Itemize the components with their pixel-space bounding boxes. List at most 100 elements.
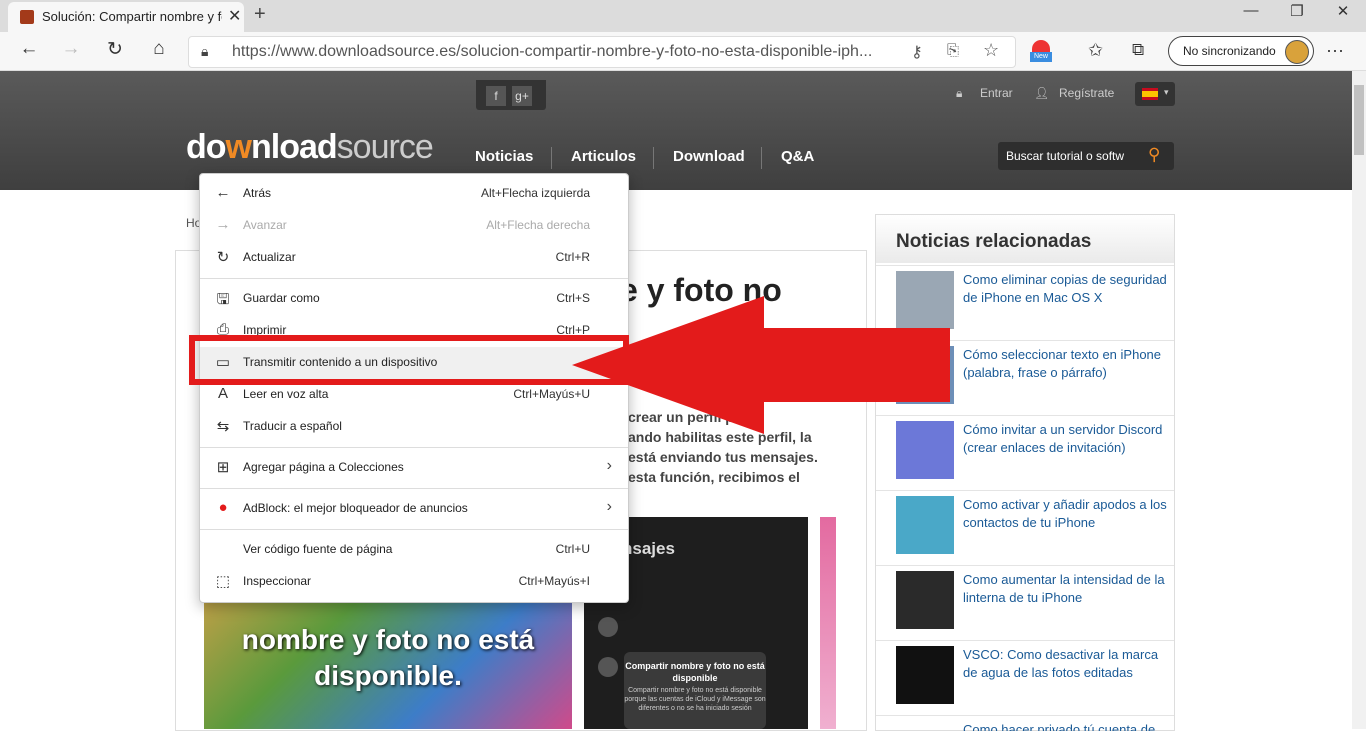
news-link[interactable]: Cómo seleccionar texto en iPhone (palabr… — [963, 346, 1171, 382]
news-thumbnail[interactable] — [896, 496, 954, 554]
collections-icon: ⊞ — [216, 459, 230, 476]
news-item[interactable]: VSCO: Como desactivar la marca de agua d… — [876, 640, 1174, 716]
news-link[interactable]: Como aumentar la intensidad de la linter… — [963, 571, 1171, 607]
read-aloud-icon[interactable]: ⎘ — [947, 42, 959, 59]
menu-item-inspect[interactable]: ⬚ Inspeccionar Ctrl+Mayús+I — [200, 566, 628, 598]
chevron-down-icon: ▾ — [1164, 87, 1169, 97]
close-window-button[interactable]: ✕ — [1320, 2, 1366, 20]
menu-divider — [200, 278, 628, 279]
menu-item-shortcut: Ctrl+U — [555, 542, 590, 556]
forward-button[interactable]: → — [56, 38, 86, 60]
site-logo[interactable]: downloadsource — [186, 128, 434, 167]
address-bar[interactable]: 🔒︎ https://www.downloadsource.es/solucio… — [188, 36, 1016, 68]
google-plus-icon[interactable]: g+ — [512, 86, 532, 106]
home-button[interactable]: ⌂ — [144, 38, 174, 60]
avatar — [598, 657, 618, 677]
menu-item-label: Inspeccionar — [243, 574, 312, 588]
menu-divider — [200, 488, 628, 489]
nav-divider — [653, 147, 654, 169]
tab-favicon-icon — [20, 10, 34, 24]
highlight-box — [189, 335, 629, 385]
menu-item-label: Ver código fuente de página — [243, 542, 393, 556]
menu-item-translate[interactable]: ⇆ Traducir a español — [200, 411, 628, 443]
tab-title: Solución: Compartir nombre y fo — [42, 9, 222, 24]
arrow-left-icon: ← — [215, 184, 231, 201]
menu-item-add-to-collections[interactable]: ⊞ Agregar página a Colecciones › — [200, 452, 628, 484]
chevron-right-icon: › — [606, 457, 612, 474]
menu-item-save-as[interactable]: 🖫 Guardar como Ctrl+S — [200, 283, 628, 315]
news-link[interactable]: Cómo invitar a un servidor Discord (crea… — [963, 421, 1171, 457]
menu-item-label: Leer en voz alta — [243, 387, 329, 401]
nav-noticias[interactable]: Noticias — [475, 148, 533, 165]
news-link[interactable]: Como activar y añadir apodos a los conta… — [963, 496, 1171, 532]
key-icon[interactable]: ⚷ — [911, 42, 923, 62]
minimize-button[interactable]: — — [1228, 2, 1274, 19]
nav-divider — [761, 147, 762, 169]
phone-alert-title: Compartir nombre y foto no está disponib… — [625, 661, 765, 683]
highlight-arrow-icon — [572, 296, 950, 434]
menu-item-forward[interactable]: → Avanzar Alt+Flecha derecha — [200, 210, 628, 242]
search-icon[interactable]: ⚲ — [1148, 145, 1160, 165]
register-link[interactable]: Regístrate — [1059, 86, 1114, 100]
news-item[interactable]: Como aumentar la intensidad de la linter… — [876, 565, 1174, 641]
save-icon: 🖫 — [216, 291, 230, 308]
menu-item-shortcut: Ctrl+Mayús+I — [518, 574, 590, 588]
menu-item-adblock[interactable]: ● AdBlock: el mejor bloqueador de anunci… — [200, 493, 628, 525]
menu-item-label: Agregar página a Colecciones — [243, 460, 404, 474]
news-link[interactable]: Como hacer privado tú cuenta de — [963, 721, 1171, 731]
menu-item-refresh[interactable]: ↻ Actualizar Ctrl+R — [200, 242, 628, 274]
menu-item-label: AdBlock: el mejor bloqueador de anuncios — [243, 501, 468, 515]
lock-icon: 🔒︎ — [201, 43, 209, 59]
read-aloud-icon: A — [217, 385, 228, 402]
menu-item-label: Traducir a español — [243, 419, 342, 433]
news-link[interactable]: VSCO: Como desactivar la marca de agua d… — [963, 646, 1171, 682]
article-image-caption: nombre y foto no está disponible. — [241, 624, 535, 691]
social-links: f g+ — [476, 80, 546, 110]
new-tab-button[interactable]: + — [254, 3, 266, 26]
article-body-line: está enviando tus mensajes. — [628, 449, 818, 465]
search-placeholder: Buscar tutorial o softw — [1006, 149, 1125, 163]
nav-qa[interactable]: Q&A — [781, 148, 814, 165]
menu-item-shortcut: Ctrl+R — [555, 250, 590, 264]
collections-icon[interactable]: ⧉ — [1132, 40, 1144, 60]
menu-item-view-source[interactable]: Ver código fuente de página Ctrl+U — [200, 534, 628, 566]
avatar — [598, 617, 618, 637]
tab-close-icon[interactable]: ✕ — [228, 6, 241, 26]
extension-icon[interactable]: New — [1030, 40, 1052, 62]
browser-tab[interactable]: Solución: Compartir nombre y fo ✕ — [8, 2, 244, 32]
spain-flag-icon — [1142, 88, 1158, 100]
nav-articulos[interactable]: Articulos — [571, 148, 636, 165]
settings-menu-button[interactable]: ··· — [1326, 40, 1344, 61]
page-scrollbar[interactable] — [1352, 71, 1366, 729]
language-selector[interactable]: ▾ — [1135, 82, 1175, 106]
news-item[interactable]: Como activar y añadir apodos a los conta… — [876, 490, 1174, 566]
arrow-right-icon: → — [215, 216, 231, 233]
article-body-line: esta función, recibimos el — [628, 469, 800, 485]
user-icon: 👤︎ — [1034, 86, 1050, 100]
facebook-icon[interactable]: f — [486, 86, 506, 106]
adblock-icon: ● — [218, 499, 228, 516]
menu-divider — [200, 529, 628, 530]
sidebar-header: Noticias relacionadas — [876, 215, 1174, 263]
address-url[interactable]: https://www.downloadsource.es/solucion-c… — [232, 43, 892, 61]
favorites-icon[interactable]: ✩ — [1088, 40, 1103, 61]
scrollbar-thumb[interactable] — [1354, 85, 1364, 155]
nav-divider — [551, 147, 552, 169]
article-image — [820, 517, 836, 729]
article-image: nombre y foto no está disponible. — [204, 582, 572, 729]
site-search-input[interactable]: Buscar tutorial o softw ⚲ — [998, 142, 1174, 170]
news-link[interactable]: Como eliminar copias de seguridad de iPh… — [963, 271, 1171, 307]
menu-item-back[interactable]: ← Atrás Alt+Flecha izquierda — [200, 178, 628, 210]
menu-item-label: Actualizar — [243, 250, 296, 264]
refresh-button[interactable]: ↻ — [100, 38, 130, 61]
news-thumbnail[interactable] — [896, 646, 954, 704]
back-button[interactable]: ← — [14, 38, 44, 60]
menu-item-shortcut: Alt+Flecha izquierda — [480, 186, 590, 200]
profile-sync-button[interactable]: No sincronizando — [1168, 36, 1314, 66]
nav-download[interactable]: Download — [673, 148, 745, 165]
maximize-button[interactable]: ❐ — [1274, 2, 1320, 20]
menu-item-label: Avanzar — [243, 218, 287, 232]
login-link[interactable]: Entrar — [980, 86, 1013, 100]
favorite-star-icon[interactable]: ☆ — [983, 40, 999, 61]
news-thumbnail[interactable] — [896, 571, 954, 629]
